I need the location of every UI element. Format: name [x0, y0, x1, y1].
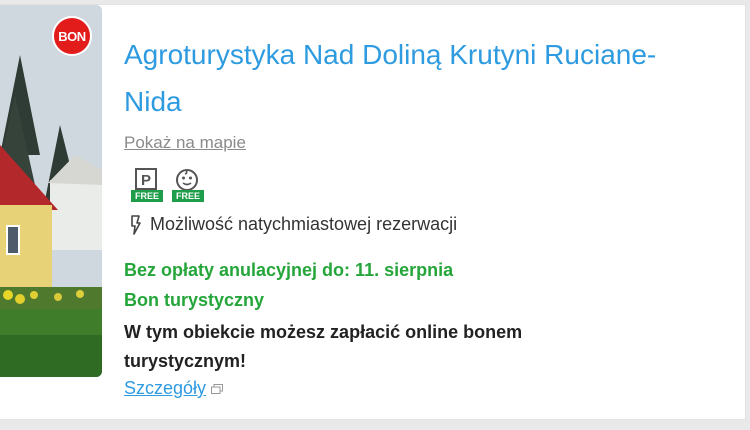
free-tag: FREE [172, 190, 204, 202]
show-on-map-link[interactable]: Pokaż na mapie [124, 133, 246, 153]
details-link-group[interactable]: Szczegóły [124, 378, 224, 399]
house-image [0, 5, 102, 377]
free-cancellation-text: Bez opłaty anulacyjnej do: 11. sierpnia [124, 260, 454, 280]
bon-badge: BON [52, 16, 92, 56]
details-link[interactable]: Szczegóły [124, 378, 206, 399]
lightning-icon [131, 214, 141, 235]
instant-booking: Możliwość natychmiastowej rezerwacji [129, 214, 457, 235]
child-face-icon [176, 169, 198, 191]
parking-icon: P [135, 168, 157, 190]
listing-title[interactable]: Agroturystyka Nad Doliną Krutyni Ruciane… [124, 31, 664, 125]
external-window-icon [211, 383, 224, 394]
bon-description: W tym obiekcie możesz zapłacić online bo… [124, 322, 523, 371]
property-photo[interactable]: BON [0, 5, 102, 377]
free-parking-amenity: P FREE [131, 168, 163, 202]
free-tag: FREE [131, 190, 163, 202]
parking-label: P [141, 172, 151, 189]
child-amenity: FREE [172, 168, 204, 202]
instant-booking-label: Możliwość natychmiastowej rezerwacji [150, 214, 458, 234]
bon-heading: Bon turystyczny [124, 290, 265, 310]
listing-card: BON Agroturystyka Nad Doliną Krutyni Ruc… [0, 4, 746, 420]
